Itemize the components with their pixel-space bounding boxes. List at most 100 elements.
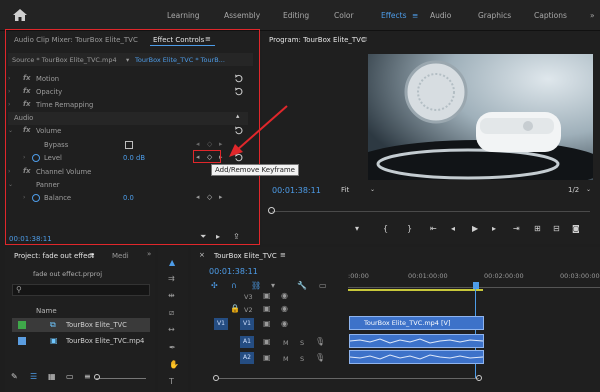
eye-icon[interactable]: ◉ — [281, 304, 288, 313]
film-icon[interactable]: ▣ — [263, 337, 271, 346]
transport-controls: ▾ { } ⇤ ◂ ▶ ▸ ⇥ ⊞ ⊟ ◙ — [355, 224, 595, 236]
effect-controls-highlight — [5, 29, 260, 245]
linked-selection-icon[interactable]: ⛓ — [251, 281, 261, 290]
mute-button[interactable]: M — [283, 339, 289, 347]
zoom-slider[interactable] — [96, 378, 146, 379]
panel-menu-icon[interactable]: ≡ — [362, 35, 368, 43]
eye-icon[interactable]: ◉ — [281, 319, 288, 328]
film-icon[interactable]: ▣ — [263, 304, 271, 313]
panel-menu-icon[interactable]: ≡ — [280, 251, 286, 259]
microphone-icon[interactable]: 🎙 — [315, 337, 325, 346]
workspace-editing[interactable]: Editing — [283, 11, 309, 20]
film-icon[interactable]: ▣ — [263, 353, 271, 362]
project-file-name: fade out effect.prproj — [33, 270, 103, 278]
workspace-captions[interactable]: Captions — [534, 11, 567, 20]
label-color-swatch — [18, 321, 26, 329]
selection-tool-icon[interactable]: ▲ — [169, 258, 175, 267]
marker-icon[interactable]: ▾ — [271, 281, 275, 290]
type-tool-icon[interactable]: T — [169, 377, 174, 386]
video-image — [368, 54, 593, 180]
search-icon: ⚲ — [16, 285, 22, 294]
program-timecode[interactable]: 00:01:38:11 — [272, 186, 321, 195]
icon-view-icon[interactable]: ▦ — [48, 372, 56, 381]
solo-button[interactable]: S — [300, 355, 304, 363]
solo-button[interactable]: S — [300, 339, 304, 347]
playhead-handle[interactable] — [473, 282, 479, 289]
project-item[interactable]: ⧉ TourBox Elite_TVC — [12, 318, 150, 332]
track-label-v3[interactable]: V3 — [244, 293, 253, 301]
workspace-learning[interactable]: Learning — [167, 11, 200, 20]
track-label-a1[interactable]: A1 — [240, 336, 254, 348]
pen-tool-icon[interactable]: ✒ — [169, 343, 176, 352]
timeline-timecode[interactable]: 00:01:38:11 — [209, 267, 258, 276]
more-panels-icon[interactable]: » — [147, 250, 151, 258]
mark-in-icon[interactable]: { — [383, 224, 388, 233]
wrench-icon[interactable]: 🔧 — [297, 281, 307, 290]
lock-icon[interactable]: 🔒 — [230, 304, 240, 313]
timeline-toolbar: ✣ ∩ ⛓ ▾ 🔧 ▭ — [209, 281, 339, 293]
render-bar — [348, 289, 483, 291]
column-name[interactable]: Name — [36, 307, 57, 315]
freeform-view-icon[interactable]: ▭ — [66, 372, 74, 381]
workspace-effects[interactable]: Effects — [381, 11, 407, 20]
timeline-scrollbar[interactable] — [213, 375, 597, 383]
panel-menu-icon[interactable]: ≡ — [89, 251, 95, 259]
mark-out-icon[interactable]: } — [407, 224, 412, 233]
workspace-menu-icon[interactable]: ≡ — [412, 11, 418, 20]
list-view-icon[interactable]: ☰ — [30, 372, 37, 381]
workspace-color[interactable]: Color — [334, 11, 354, 20]
audio-clip-a2[interactable] — [349, 350, 484, 364]
project-search-input[interactable]: ⚲ — [12, 284, 150, 296]
workspace-more-icon[interactable]: » — [590, 11, 595, 20]
track-label-a2[interactable]: A2 — [240, 352, 254, 364]
snap-icon[interactable]: ∩ — [231, 281, 237, 290]
monitor-scrub-bar[interactable] — [272, 211, 590, 212]
eye-icon[interactable]: ◉ — [281, 291, 288, 300]
step-forward-icon[interactable]: ▸ — [492, 224, 496, 233]
track-select-tool-icon[interactable]: ⇉ — [168, 274, 175, 283]
marker-icon[interactable]: ▾ — [355, 224, 359, 233]
overwrite-icon[interactable]: ⊟ — [553, 224, 560, 233]
workspace-assembly[interactable]: Assembly — [224, 11, 260, 20]
chevron-down-icon[interactable]: ⌄ — [370, 186, 375, 193]
camera-icon[interactable]: ◙ — [572, 224, 580, 233]
audio-clip-a1[interactable] — [349, 334, 484, 348]
resolution-dropdown[interactable]: 1/2 — [568, 186, 579, 194]
track-label-v1[interactable]: V1 — [240, 318, 254, 330]
project-item[interactable]: ▣ TourBox Elite_TVC.mp4 — [12, 334, 150, 348]
scroll-handle-right[interactable] — [476, 375, 482, 381]
tab-timeline[interactable]: TourBox Elite_TVC — [214, 252, 277, 260]
zoom-slider-handle[interactable] — [94, 374, 100, 380]
microphone-icon[interactable]: 🎙 — [315, 353, 325, 362]
ripple-edit-tool-icon[interactable]: ⇹ — [168, 291, 175, 300]
film-icon[interactable]: ▣ — [263, 291, 271, 300]
film-icon[interactable]: ▣ — [263, 319, 271, 328]
program-monitor-title[interactable]: Program: TourBox Elite_TVC — [269, 36, 366, 44]
pencil-icon[interactable]: ✎ — [11, 372, 18, 381]
captions-icon[interactable]: ▭ — [319, 281, 327, 290]
source-patch-v1[interactable]: V1 — [214, 318, 228, 330]
nest-icon[interactable]: ✣ — [211, 281, 218, 290]
slip-tool-icon[interactable]: ↔ — [168, 325, 175, 334]
go-to-in-icon[interactable]: ⇤ — [430, 224, 437, 233]
video-clip[interactable]: TourBox Elite_TVC.mp4 [V] — [349, 316, 484, 330]
close-icon[interactable]: × — [199, 251, 205, 259]
audio-waveform — [349, 338, 484, 344]
fit-dropdown[interactable]: Fit — [341, 186, 349, 194]
play-icon[interactable]: ▶ — [472, 224, 478, 233]
workspace-graphics[interactable]: Graphics — [478, 11, 511, 20]
tab-project[interactable]: Project: fade out effect — [14, 252, 94, 260]
home-icon[interactable] — [12, 8, 28, 22]
razor-tool-icon[interactable]: ⧄ — [169, 308, 174, 318]
go-to-out-icon[interactable]: ⇥ — [513, 224, 520, 233]
step-back-icon[interactable]: ◂ — [451, 224, 455, 233]
sort-icon[interactable]: ≡ — [84, 372, 91, 381]
mute-button[interactable]: M — [283, 355, 289, 363]
insert-icon[interactable]: ⊞ — [534, 224, 541, 233]
track-label-v2[interactable]: V2 — [244, 306, 253, 314]
scrub-handle[interactable] — [268, 207, 275, 214]
hand-tool-icon[interactable]: ✋ — [169, 360, 179, 369]
chevron-down-icon[interactable]: ⌄ — [586, 186, 591, 193]
tab-media[interactable]: Medi — [112, 252, 129, 260]
workspace-audio[interactable]: Audio — [430, 11, 451, 20]
